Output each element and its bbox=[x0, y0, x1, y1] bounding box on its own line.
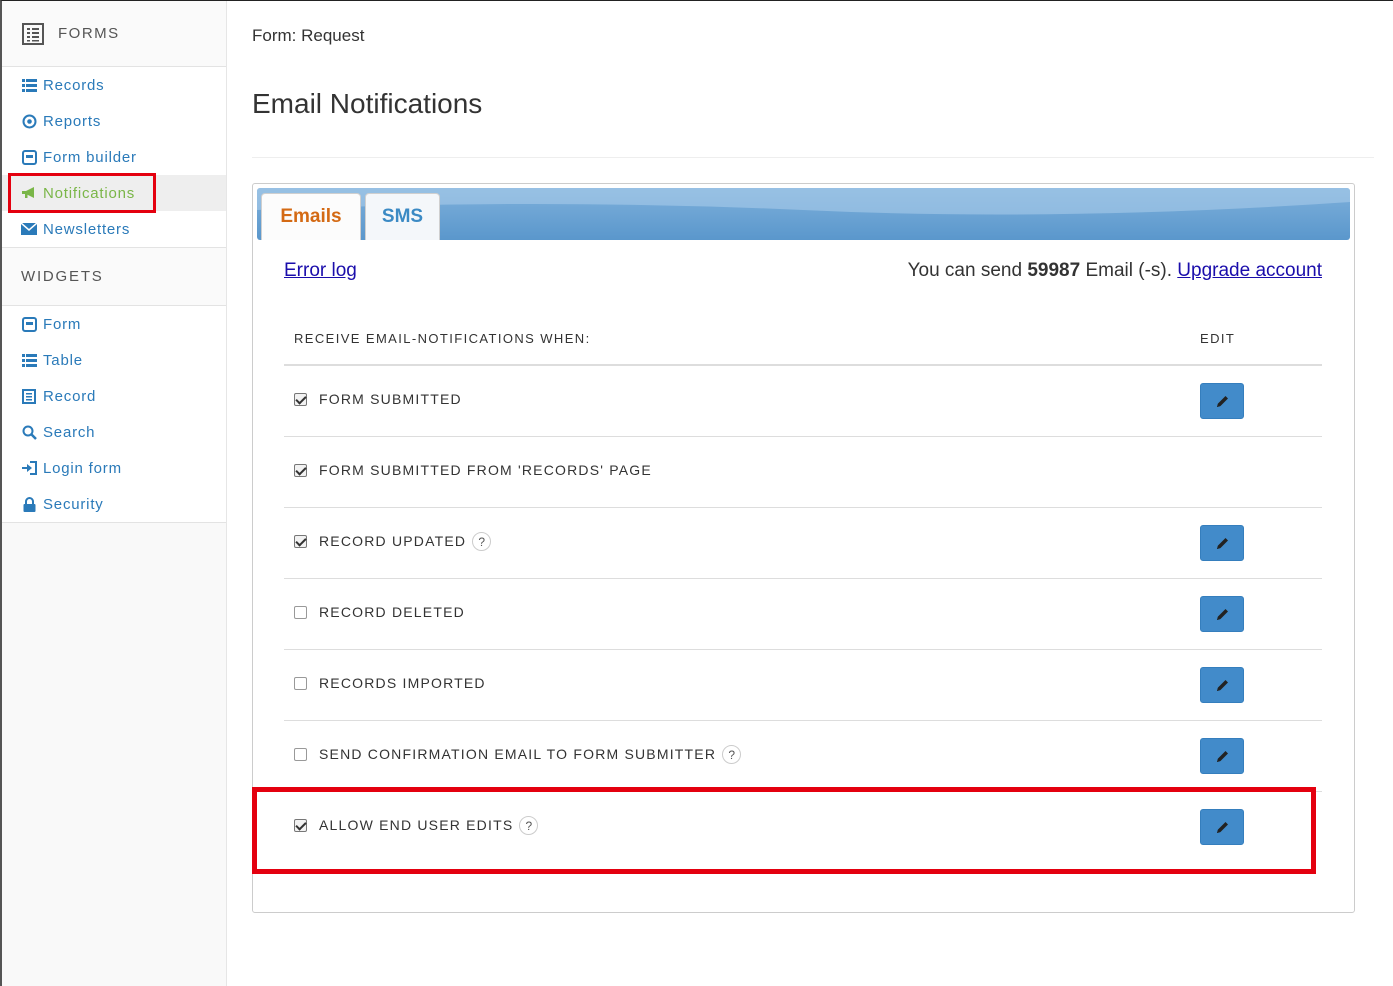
notification-label-text: RECORD UPDATED bbox=[319, 533, 467, 550]
quota-suffix: Email (-s). bbox=[1080, 260, 1178, 281]
quota-text: You can send 59987 Email (-s). Upgrade a… bbox=[908, 260, 1322, 282]
sidebar-item-label: Reports bbox=[43, 112, 102, 130]
sidebar-item-login-form[interactable]: Login form bbox=[2, 450, 226, 486]
sidebar-item-record[interactable]: Record bbox=[2, 378, 226, 414]
list-icon bbox=[21, 77, 37, 93]
sidebar-forms-title: FORMS bbox=[58, 25, 120, 42]
help-icon[interactable]: ? bbox=[472, 532, 492, 551]
sidebar-item-label: Records bbox=[43, 76, 105, 94]
column-header-edit: EDIT bbox=[1200, 331, 1236, 346]
sidebar-item-label: Search bbox=[43, 423, 96, 441]
notification-checkbox[interactable] bbox=[294, 393, 307, 406]
table-row: SEND CONFIRMATION EMAIL TO FORM SUBMITTE… bbox=[284, 721, 1322, 792]
pencil-icon bbox=[1216, 679, 1228, 691]
table-row: RECORD UPDATED? bbox=[284, 508, 1322, 579]
notification-label: RECORDS IMPORTED bbox=[319, 675, 486, 691]
sidebar-item-label: Table bbox=[43, 351, 83, 369]
sidebar-widgets-title: WIDGETS bbox=[21, 268, 104, 285]
sidebar-item-reports[interactable]: Reports bbox=[2, 103, 226, 139]
sidebar-item-label: Record bbox=[43, 387, 97, 405]
edit-button[interactable] bbox=[1200, 596, 1244, 632]
pencil-icon bbox=[1216, 395, 1228, 407]
sidebar-item-form[interactable]: Form bbox=[2, 306, 226, 342]
form-icon bbox=[21, 149, 37, 165]
sidebar-forms-list: Records Reports Form builder Notificatio… bbox=[2, 67, 226, 248]
sidebar-item-search[interactable]: Search bbox=[2, 414, 226, 450]
notification-label: RECORD UPDATED? bbox=[319, 532, 492, 552]
sidebar-item-label: Form bbox=[43, 315, 82, 333]
notification-label: SEND CONFIRMATION EMAIL TO FORM SUBMITTE… bbox=[319, 745, 742, 765]
breadcrumb: Form: Request bbox=[252, 26, 365, 45]
column-header-event: RECEIVE EMAIL-NOTIFICATIONS WHEN: bbox=[294, 331, 591, 346]
pencil-icon bbox=[1216, 608, 1228, 620]
notification-label: FORM SUBMITTED bbox=[319, 391, 462, 407]
notification-label-text: RECORDS IMPORTED bbox=[319, 675, 486, 691]
sidebar-item-records[interactable]: Records bbox=[2, 67, 226, 103]
quota-count: 59987 bbox=[1027, 260, 1081, 281]
form-icon bbox=[21, 316, 37, 332]
page-title: Email Notifications bbox=[252, 88, 483, 119]
notification-label-text: FORM SUBMITTED FROM 'RECORDS' PAGE bbox=[319, 462, 652, 478]
edit-button[interactable] bbox=[1200, 667, 1244, 703]
sidebar-forms-header: FORMS bbox=[2, 1, 226, 67]
notification-checkbox[interactable] bbox=[294, 535, 307, 548]
tab-sms[interactable]: SMS bbox=[365, 193, 440, 240]
notification-label-text: SEND CONFIRMATION EMAIL TO FORM SUBMITTE… bbox=[319, 746, 717, 763]
sidebar-widgets-list: Form Table Record Search Login form Secu… bbox=[2, 306, 226, 523]
tab-emails[interactable]: Emails bbox=[261, 193, 361, 240]
table-row: RECORDS IMPORTED bbox=[284, 650, 1322, 721]
lock-icon bbox=[21, 496, 37, 512]
error-log-link[interactable]: Error log bbox=[284, 260, 357, 282]
sidebar-item-label: Form builder bbox=[43, 148, 137, 166]
sidebar-item-label: Login form bbox=[43, 459, 122, 477]
table-row: FORM SUBMITTED FROM 'RECORDS' PAGE bbox=[284, 437, 1322, 508]
sidebar-item-security[interactable]: Security bbox=[2, 486, 226, 522]
forms-list-icon bbox=[22, 22, 44, 45]
sidebar: FORMS Records Reports Form builder Notif… bbox=[2, 1, 227, 986]
edit-button[interactable] bbox=[1200, 738, 1244, 774]
edit-button[interactable] bbox=[1200, 383, 1244, 419]
sidebar-item-label: Newsletters bbox=[43, 220, 131, 238]
notification-label: FORM SUBMITTED FROM 'RECORDS' PAGE bbox=[319, 462, 652, 478]
table-row: RECORD DELETED bbox=[284, 579, 1322, 650]
notification-label-text: FORM SUBMITTED bbox=[319, 391, 462, 407]
sidebar-item-table[interactable]: Table bbox=[2, 342, 226, 378]
notification-checkbox[interactable] bbox=[294, 606, 307, 619]
sidebar-item-newsletters[interactable]: Newsletters bbox=[2, 211, 226, 247]
help-icon[interactable]: ? bbox=[722, 745, 742, 764]
tab-bar: Emails SMS bbox=[257, 188, 1350, 240]
table-row: FORM SUBMITTED bbox=[284, 366, 1322, 437]
notification-checkbox[interactable] bbox=[294, 677, 307, 690]
sidebar-item-form-builder[interactable]: Form builder bbox=[2, 139, 226, 175]
highlight-allow-end-user-edits bbox=[252, 787, 1316, 874]
notification-checkbox[interactable] bbox=[294, 748, 307, 761]
pencil-icon bbox=[1216, 750, 1228, 762]
notification-label-text: RECORD DELETED bbox=[319, 604, 465, 620]
upgrade-account-link[interactable]: Upgrade account bbox=[1177, 260, 1322, 281]
sidebar-widgets-header: WIDGETS bbox=[2, 248, 226, 306]
highlight-notifications bbox=[8, 173, 156, 213]
notification-checkbox[interactable] bbox=[294, 464, 307, 477]
pencil-icon bbox=[1216, 537, 1228, 549]
list-icon bbox=[21, 352, 37, 368]
edit-button[interactable] bbox=[1200, 525, 1244, 561]
record-icon bbox=[21, 388, 37, 404]
target-icon bbox=[21, 113, 37, 129]
envelope-icon bbox=[21, 221, 37, 237]
table-header: RECEIVE EMAIL-NOTIFICATIONS WHEN: EDIT bbox=[284, 322, 1322, 366]
notification-label: RECORD DELETED bbox=[319, 604, 465, 620]
login-icon bbox=[21, 460, 37, 476]
title-divider bbox=[252, 157, 1374, 158]
search-icon bbox=[21, 424, 37, 440]
sidebar-item-label: Security bbox=[43, 495, 104, 513]
quota-prefix: You can send bbox=[907, 260, 1028, 281]
